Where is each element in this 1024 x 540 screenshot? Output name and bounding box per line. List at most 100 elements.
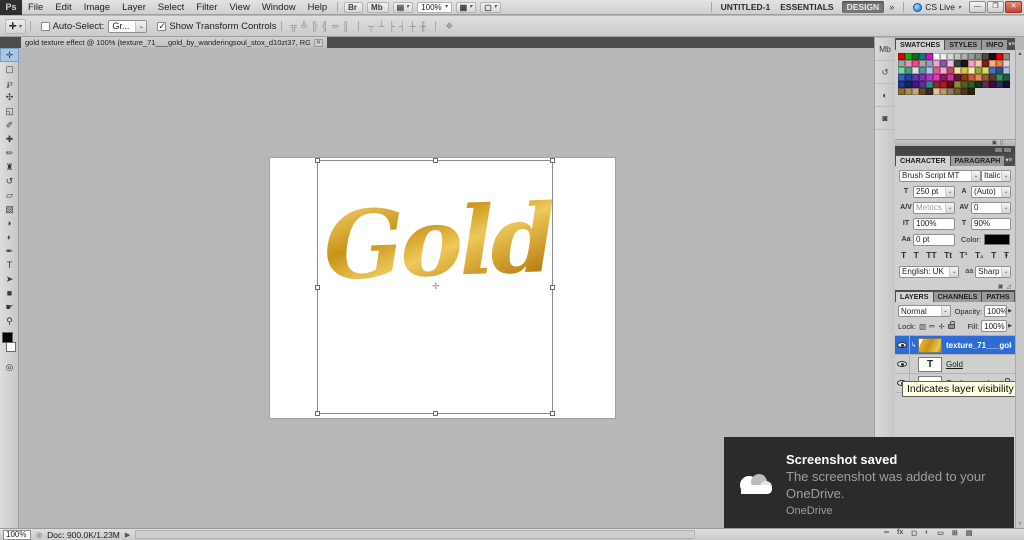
resize-icon[interactable]: ◿: [1006, 283, 1011, 290]
hand-tool[interactable]: ☛: [0, 300, 19, 314]
panel-tab[interactable]: STYLES: [945, 40, 981, 50]
workspace-overflow-button[interactable]: »: [889, 2, 894, 12]
swatch[interactable]: [912, 74, 919, 81]
resize-icon[interactable]: ▣: [998, 283, 1004, 290]
rectangle-tool[interactable]: ■: [0, 286, 19, 300]
swatch[interactable]: [940, 74, 947, 81]
photoshop-logo[interactable]: Ps: [0, 0, 22, 15]
transform-handle[interactable]: [550, 411, 555, 416]
distribute-icon[interactable]: ╫: [420, 20, 426, 32]
menu-item[interactable]: Image: [78, 0, 116, 15]
swatch[interactable]: [954, 60, 961, 67]
horizontal-scrollbar[interactable]: [135, 530, 695, 539]
align-icon[interactable]: ═: [332, 20, 338, 32]
swatch[interactable]: [905, 74, 912, 81]
menu-item[interactable]: Help: [302, 0, 334, 15]
type-style-button[interactable]: T: [901, 250, 906, 261]
swatch[interactable]: [926, 67, 933, 74]
swatch[interactable]: [940, 53, 947, 60]
swatch[interactable]: [996, 81, 1003, 88]
view-extras-icon[interactable]: ▤▾: [393, 2, 414, 13]
blur-tool[interactable]: ◗: [0, 216, 19, 230]
eyedropper-tool[interactable]: ✐: [0, 118, 19, 132]
collapse-panel-button[interactable]: [1004, 148, 1011, 152]
swatch[interactable]: [912, 81, 919, 88]
type-style-button[interactable]: Ŧ: [1004, 250, 1009, 261]
distribute-icon[interactable]: ┬: [368, 20, 374, 32]
menu-item[interactable]: File: [22, 0, 49, 15]
lock-icon[interactable]: ✏: [929, 322, 935, 331]
delete-swatch-icon[interactable]: ▯: [1000, 140, 1003, 146]
swatch[interactable]: [968, 53, 975, 60]
crop-tool[interactable]: ◱: [0, 104, 19, 118]
swatch[interactable]: [905, 88, 912, 95]
history-brush-tool[interactable]: ↺: [0, 174, 19, 188]
swatch[interactable]: [954, 67, 961, 74]
lock-icon[interactable]: ✛: [938, 322, 944, 331]
foreground-color-chip[interactable]: [2, 332, 13, 343]
align-icon[interactable]: ║: [342, 20, 348, 32]
menu-item[interactable]: Filter: [190, 0, 223, 15]
swatch[interactable]: [933, 53, 940, 60]
type-style-button[interactable]: T¹: [960, 250, 968, 261]
menu-item[interactable]: Window: [256, 0, 302, 15]
swatch[interactable]: [905, 81, 912, 88]
onedrive-notification[interactable]: Screenshot saved The screenshot was adde…: [724, 437, 1014, 528]
swatch[interactable]: [954, 74, 961, 81]
swatch[interactable]: [919, 74, 926, 81]
swatch[interactable]: [968, 67, 975, 74]
swatch[interactable]: [905, 60, 912, 67]
swatch[interactable]: [989, 60, 996, 67]
swatch[interactable]: [968, 88, 975, 95]
swatch[interactable]: [947, 60, 954, 67]
swatch[interactable]: [961, 81, 968, 88]
language-select[interactable]: English: UK⌄: [899, 266, 959, 278]
zoom-tool[interactable]: ⚲: [0, 314, 19, 328]
menu-item[interactable]: Layer: [116, 0, 152, 15]
path-selection-tool[interactable]: ➤: [0, 272, 19, 286]
swatch[interactable]: [933, 88, 940, 95]
swatch[interactable]: [919, 81, 926, 88]
close-document-icon[interactable]: ✕: [314, 39, 323, 47]
opacity-field[interactable]: 100%: [984, 305, 1007, 317]
swatch[interactable]: [975, 60, 982, 67]
swatch[interactable]: [982, 81, 989, 88]
mini-bridge-icon[interactable]: Mb: [367, 2, 389, 13]
swatch[interactable]: [989, 53, 996, 60]
swatch[interactable]: [898, 67, 905, 74]
layer-visibility-toggle[interactable]: [895, 336, 910, 354]
swatch[interactable]: [933, 60, 940, 67]
panel-tab[interactable]: PATHS: [982, 292, 1013, 302]
swatch[interactable]: [996, 74, 1003, 81]
workspace-tab[interactable]: DESIGN: [842, 1, 885, 13]
eraser-tool[interactable]: ▱: [0, 188, 19, 202]
distribute-icon[interactable]: ┤: [399, 20, 405, 32]
panel-menu-icon[interactable]: ▾≡: [1008, 40, 1018, 50]
swatch[interactable]: [982, 60, 989, 67]
menu-item[interactable]: Select: [152, 0, 190, 15]
swatch[interactable]: [926, 74, 933, 81]
transform-handle[interactable]: [550, 158, 555, 163]
layers-footer-icon[interactable]: ⊞: [952, 529, 958, 537]
swatch[interactable]: [954, 53, 961, 60]
type-style-button[interactable]: T₁: [975, 250, 984, 261]
mini-bridge-panel-icon[interactable]: Mb: [875, 38, 895, 61]
layers-footer-icon[interactable]: ▤: [966, 529, 973, 537]
vertical-scale-field[interactable]: 100%: [913, 218, 955, 230]
swatch[interactable]: [996, 60, 1003, 67]
swatch[interactable]: [961, 60, 968, 67]
adjustments-panel-icon[interactable]: ◐: [875, 84, 895, 107]
distribute-icon[interactable]: ├: [389, 20, 395, 32]
swatch[interactable]: [975, 53, 982, 60]
spot-healing-brush-tool[interactable]: ✚: [0, 132, 19, 146]
swatch[interactable]: [926, 53, 933, 60]
swatch[interactable]: [905, 53, 912, 60]
distribute-icon[interactable]: ┴: [378, 20, 384, 32]
menu-item[interactable]: View: [223, 0, 255, 15]
layers-footer-icon[interactable]: ◐: [925, 529, 929, 537]
swatch[interactable]: [975, 81, 982, 88]
swatch[interactable]: [1003, 60, 1010, 67]
restore-button[interactable]: ❐: [987, 1, 1004, 13]
swatch[interactable]: [940, 60, 947, 67]
scroll-down-icon[interactable]: ˅: [1018, 521, 1021, 527]
